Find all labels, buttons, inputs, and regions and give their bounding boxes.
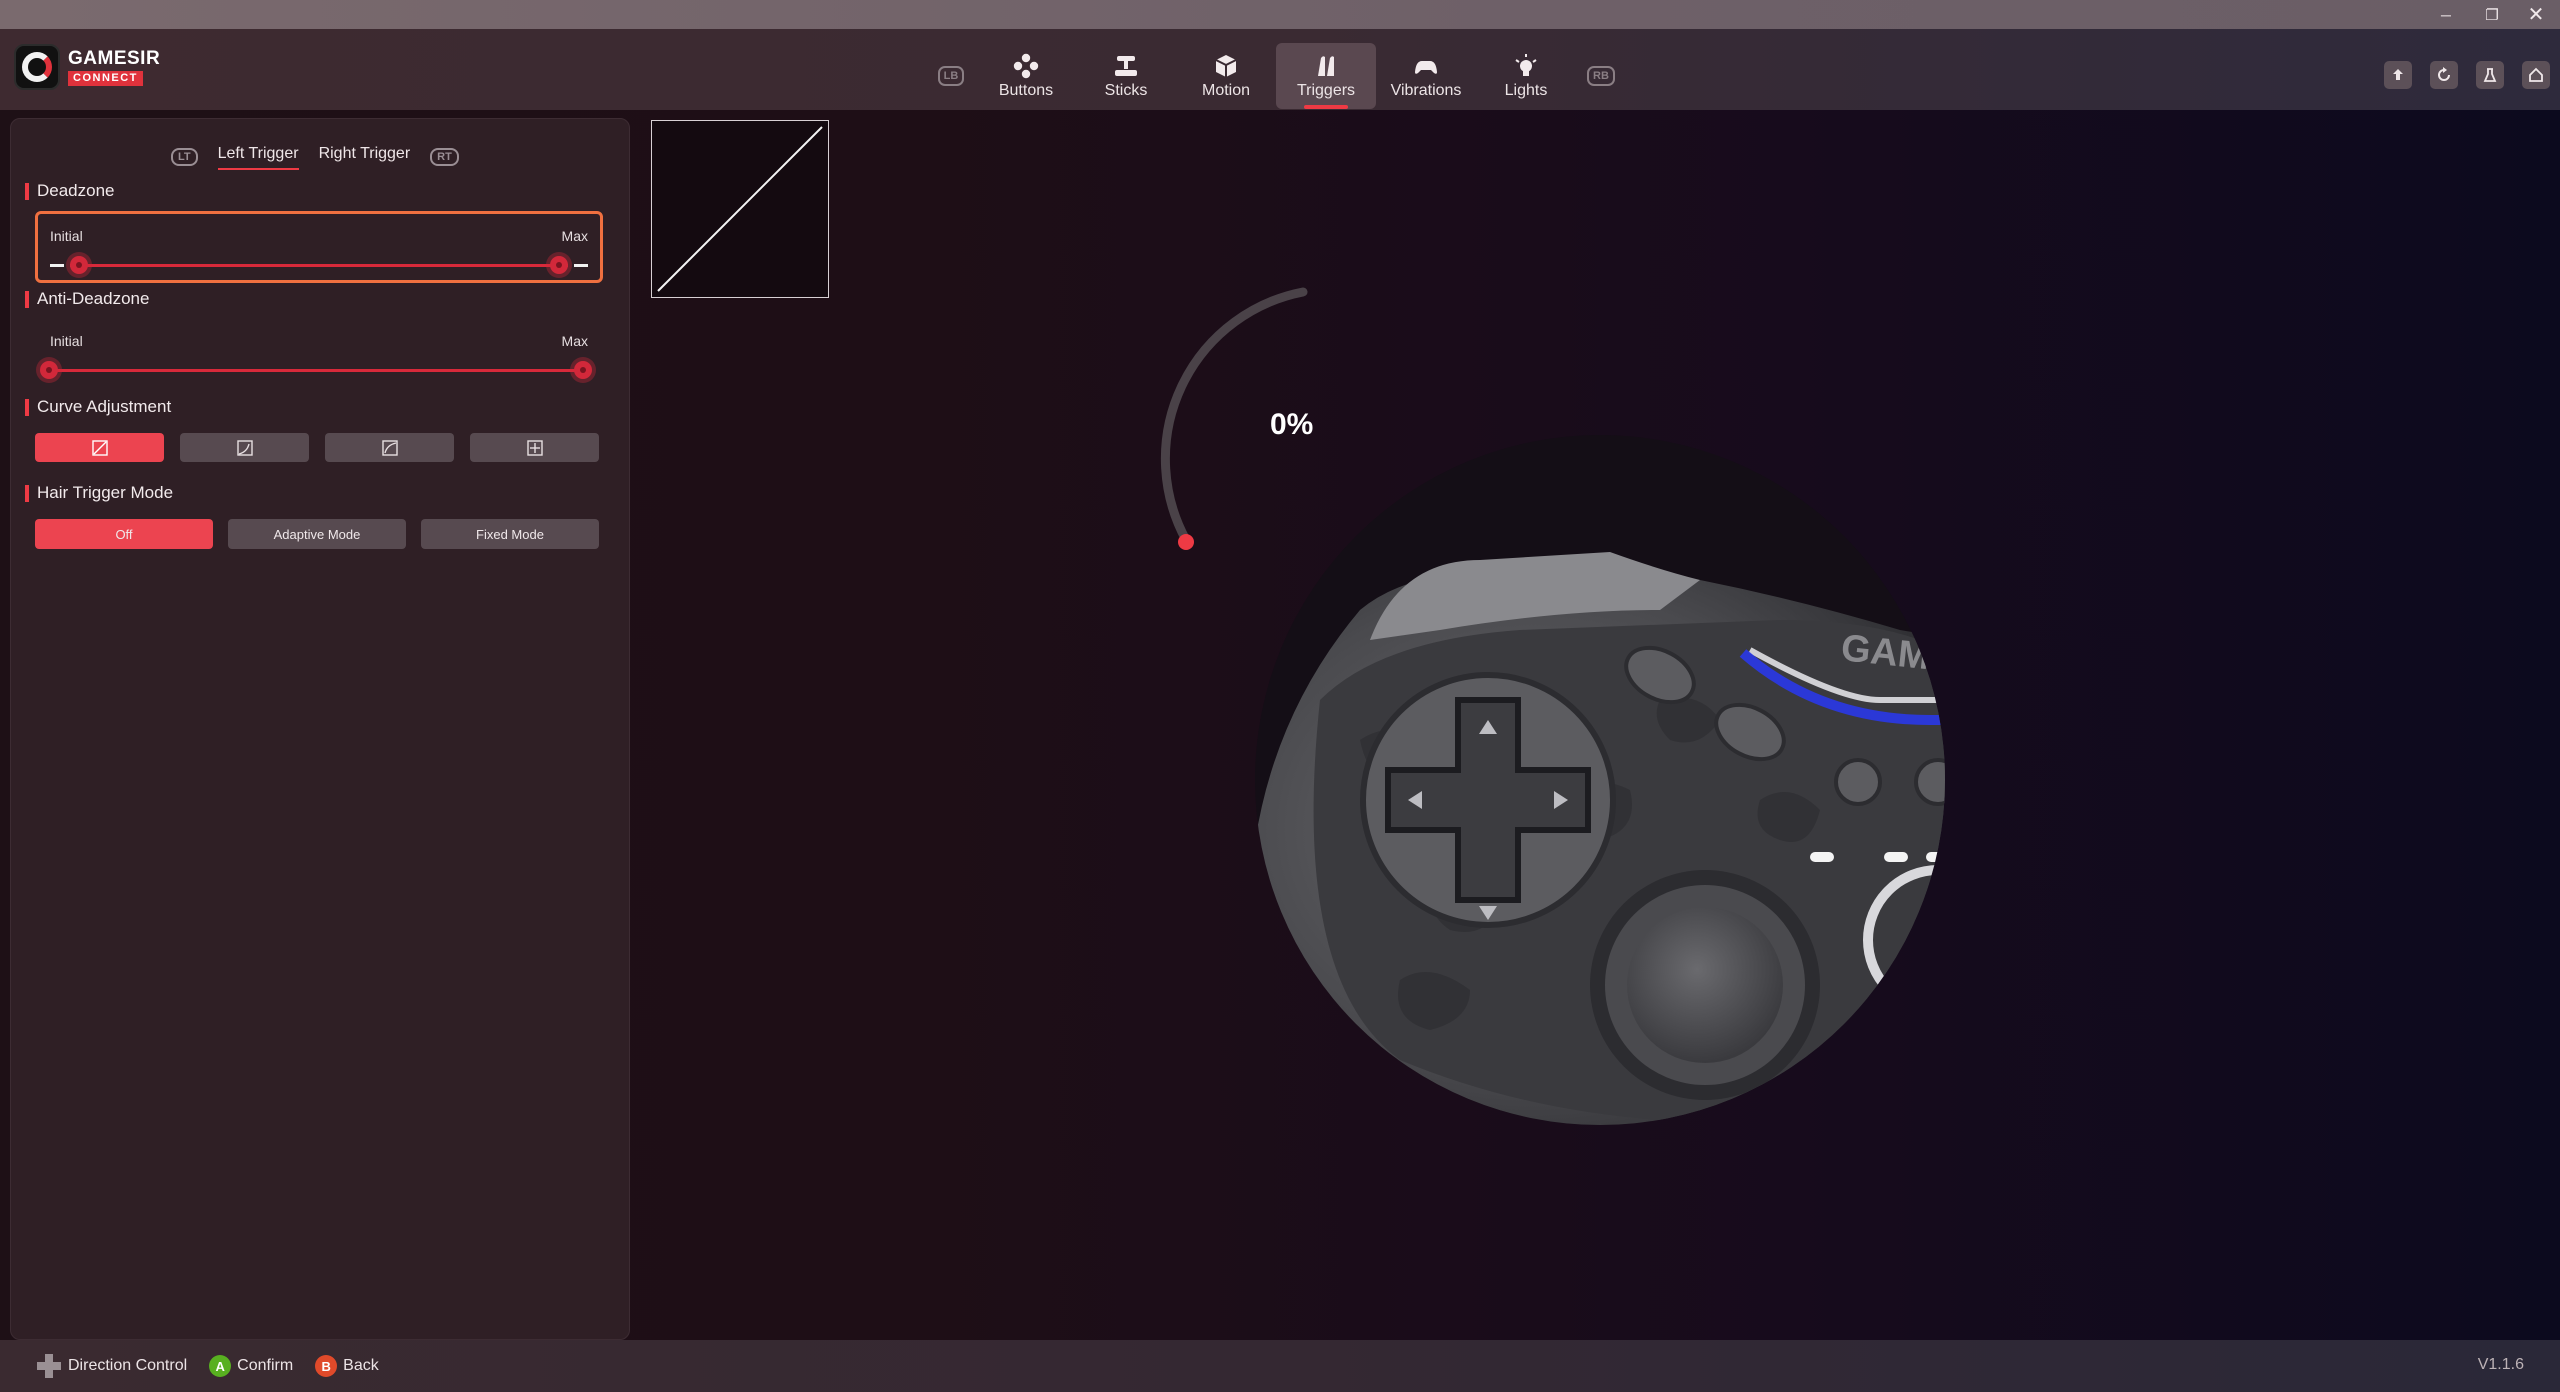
close-icon: ✕ bbox=[2527, 4, 2545, 26]
direction-hint: Direction Control bbox=[36, 1353, 187, 1379]
gamesir-logo-icon bbox=[14, 44, 60, 90]
title-bar: ─ ❐ ✕ bbox=[0, 0, 2560, 29]
reset-button[interactable] bbox=[2430, 61, 2458, 89]
anti-deadzone-initial-label: Initial bbox=[50, 333, 83, 349]
test-icon bbox=[2483, 68, 2497, 82]
upload-button[interactable] bbox=[2384, 61, 2412, 89]
deadzone-initial-label: Initial bbox=[50, 228, 83, 244]
hair-trigger-adaptive-button[interactable]: Adaptive Mode bbox=[228, 519, 406, 549]
reset-icon bbox=[2438, 67, 2450, 81]
custom-curve-icon bbox=[526, 439, 543, 456]
anti-deadzone-initial-handle[interactable] bbox=[40, 361, 58, 379]
lights-icon bbox=[1512, 52, 1540, 80]
brand-subtitle: CONNECT bbox=[68, 70, 143, 86]
curve-linear-button[interactable] bbox=[35, 433, 164, 462]
restore-button[interactable]: ❐ bbox=[2470, 0, 2514, 29]
b-button-icon: B bbox=[315, 1355, 338, 1377]
sticks-icon bbox=[1112, 52, 1140, 80]
anti-deadzone-track bbox=[49, 369, 589, 372]
anti-deadzone-max-label: Max bbox=[561, 333, 588, 349]
home-button[interactable] bbox=[2522, 61, 2550, 89]
toolbar bbox=[2384, 61, 2550, 89]
top-navigation: GAMESIR CONNECT LB Buttons Sticks Motion… bbox=[0, 29, 2560, 110]
tab-label: Sticks bbox=[1104, 82, 1148, 99]
deadzone-initial-cap bbox=[50, 264, 64, 267]
lb-icon: LB bbox=[937, 66, 965, 86]
curve-adjustment-title: Curve Adjustment bbox=[25, 397, 171, 417]
confirm-hint: A Confirm bbox=[209, 1355, 293, 1377]
curve-custom-button[interactable] bbox=[470, 433, 599, 462]
home-icon bbox=[2529, 67, 2543, 82]
tab-label: Vibrations bbox=[1390, 82, 1462, 99]
direction-hint-label: Direction Control bbox=[68, 1357, 188, 1374]
restore-icon: ❐ bbox=[2485, 6, 2499, 24]
footer-bar: Direction Control A Confirm B Back V1.1.… bbox=[0, 1340, 2560, 1392]
lt-icon: LT bbox=[171, 147, 198, 166]
tab-sticks[interactable]: Sticks bbox=[1076, 43, 1176, 109]
buttons-icon bbox=[1012, 52, 1040, 80]
curve-preview bbox=[651, 120, 829, 298]
back-hint: B Back bbox=[315, 1355, 379, 1377]
rb-icon: RB bbox=[1587, 66, 1615, 86]
a-button-icon: A bbox=[209, 1355, 232, 1377]
close-button[interactable]: ✕ bbox=[2514, 0, 2558, 29]
tab-left-trigger[interactable]: Left Trigger bbox=[217, 145, 299, 170]
hair-trigger-title: Hair Trigger Mode bbox=[25, 483, 173, 503]
back-hint-label: Back bbox=[343, 1357, 379, 1374]
motion-icon bbox=[1212, 52, 1240, 80]
minimize-icon: ─ bbox=[2441, 6, 2451, 23]
vibrations-icon bbox=[1411, 52, 1441, 80]
curve-fast-button[interactable] bbox=[180, 433, 309, 462]
trigger-settings-panel: LT Left Trigger Right Trigger RT Deadzon… bbox=[10, 118, 630, 1340]
curve-preview-line bbox=[657, 126, 823, 292]
slow-curve-icon bbox=[381, 439, 398, 456]
app-logo: GAMESIR CONNECT bbox=[14, 44, 160, 90]
curve-options bbox=[35, 433, 599, 462]
trigger-tabs: LT Left Trigger Right Trigger RT bbox=[171, 145, 459, 170]
deadzone-slider[interactable]: Initial Max bbox=[35, 211, 603, 283]
deadzone-max-cap bbox=[574, 264, 588, 267]
upload-icon bbox=[2393, 69, 2403, 80]
controller-illustration: GAM bbox=[1140, 280, 1960, 1140]
triggers-icon bbox=[1312, 52, 1340, 80]
deadzone-max-label: Max bbox=[561, 228, 588, 244]
tab-right-trigger[interactable]: Right Trigger bbox=[319, 145, 411, 168]
app-version: V1.1.6 bbox=[2477, 1356, 2524, 1373]
tab-label: Motion bbox=[1201, 82, 1251, 99]
dpad-icon bbox=[37, 1354, 61, 1378]
rb-bumper-hint[interactable]: RB bbox=[1576, 43, 1626, 109]
curve-slow-button[interactable] bbox=[325, 433, 454, 462]
deadzone-max-handle[interactable] bbox=[550, 256, 569, 274]
tab-vibrations[interactable]: Vibrations bbox=[1376, 43, 1476, 109]
tab-label: Buttons bbox=[998, 82, 1054, 99]
fast-curve-icon bbox=[236, 439, 253, 456]
linear-curve-icon bbox=[91, 439, 108, 456]
tab-motion[interactable]: Motion bbox=[1176, 43, 1276, 109]
tab-label: Lights bbox=[1504, 82, 1548, 99]
anti-deadzone-max-handle[interactable] bbox=[574, 361, 592, 379]
test-button[interactable] bbox=[2476, 61, 2504, 89]
anti-deadzone-slider[interactable]: Initial Max bbox=[35, 319, 603, 391]
deadzone-title: Deadzone bbox=[25, 181, 115, 201]
brand-name: GAMESIR bbox=[68, 47, 161, 69]
deadzone-track bbox=[70, 264, 568, 267]
main-area: LT Left Trigger Right Trigger RT Deadzon… bbox=[0, 110, 2560, 1340]
anti-deadzone-title: Anti-Deadzone bbox=[25, 289, 149, 309]
tab-triggers[interactable]: Triggers bbox=[1276, 43, 1376, 109]
deadzone-initial-handle[interactable] bbox=[69, 256, 88, 274]
tab-lights[interactable]: Lights bbox=[1476, 43, 1576, 109]
tab-buttons[interactable]: Buttons bbox=[976, 43, 1076, 109]
main-tabs: LB Buttons Sticks Motion Triggers Vibrat… bbox=[926, 43, 1626, 109]
hair-trigger-fixed-button[interactable]: Fixed Mode bbox=[421, 519, 599, 549]
hair-trigger-off-button[interactable]: Off bbox=[35, 519, 213, 549]
minimize-button[interactable]: ─ bbox=[2424, 0, 2468, 29]
lb-bumper-hint[interactable]: LB bbox=[926, 43, 976, 109]
confirm-hint-label: Confirm bbox=[237, 1357, 294, 1374]
tab-label: Triggers bbox=[1296, 82, 1356, 99]
rt-icon: RT bbox=[430, 147, 459, 166]
hair-trigger-options: Off Adaptive Mode Fixed Mode bbox=[35, 519, 599, 549]
